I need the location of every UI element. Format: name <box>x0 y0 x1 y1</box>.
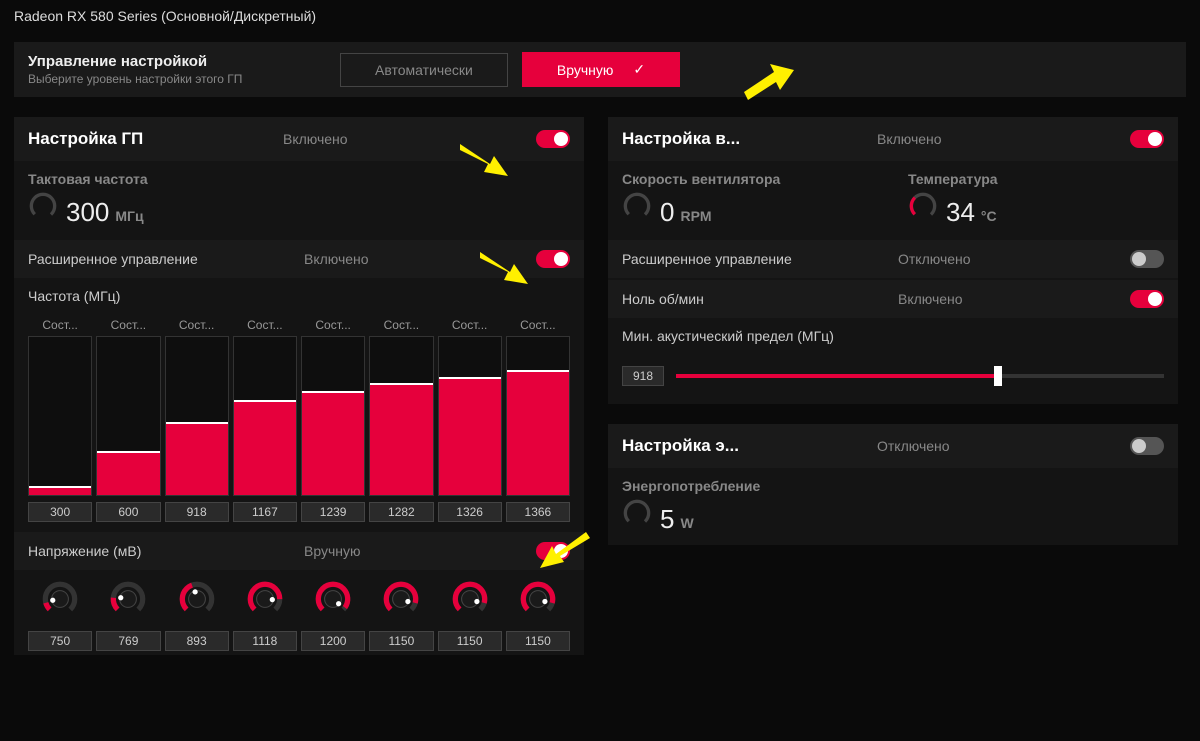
gauge-icon <box>28 191 58 221</box>
fan-panel-title: Настройка в... <box>622 129 877 149</box>
gpu-panel-status: Включено <box>283 131 536 147</box>
freq-state[interactable]: Сост... 918 <box>165 314 229 522</box>
tuning-control-bar: Управление настройкой Выберите уровень н… <box>14 42 1186 97</box>
state-value[interactable]: 300 <box>28 502 92 522</box>
voltage-knob[interactable]: 1150 <box>438 578 502 651</box>
adv-control-toggle[interactable] <box>536 250 570 268</box>
mode-auto-button[interactable]: Автоматически <box>340 53 508 87</box>
voltage-value[interactable]: 769 <box>96 631 160 651</box>
voltage-value[interactable]: 1118 <box>233 631 297 651</box>
adv-control-label: Расширенное управление <box>28 251 304 267</box>
voltage-value[interactable]: 750 <box>28 631 92 651</box>
voltage-value[interactable]: 893 <box>165 631 229 651</box>
voltage-knobs: 750 769 893 1118 <box>14 570 584 655</box>
mode-manual-button[interactable]: Вручную ✓ <box>522 52 680 87</box>
fan-adv-label: Расширенное управление <box>622 251 898 267</box>
gpu-title: Radeon RX 580 Series (Основной/Дискретны… <box>0 0 1200 32</box>
fan-panel-status: Включено <box>877 131 1130 147</box>
tuning-control-label: Управление настройкой Выберите уровень н… <box>28 53 318 86</box>
control-sub: Выберите уровень настройки этого ГП <box>28 72 318 86</box>
fan-tuning-panel: Настройка в... Включено Скорость вентиля… <box>608 117 1178 404</box>
power-cons-unit: W <box>680 515 693 531</box>
voltage-knob[interactable]: 1118 <box>233 578 297 651</box>
state-head: Сост... <box>438 314 502 336</box>
fan-toggle[interactable] <box>1130 130 1164 148</box>
zero-rpm-toggle[interactable] <box>1130 290 1164 308</box>
zero-rpm-label: Ноль об/мин <box>622 291 898 307</box>
voltage-knob[interactable]: 1150 <box>506 578 570 651</box>
state-head: Сост... <box>233 314 297 336</box>
fan-adv-value: Отключено <box>898 251 1130 267</box>
state-head: Сост... <box>28 314 92 336</box>
clock-unit: МГц <box>115 208 143 224</box>
voltage-knob[interactable]: 769 <box>96 578 160 651</box>
freq-state[interactable]: Сост... 1167 <box>233 314 297 522</box>
adv-control-value: Включено <box>304 251 536 267</box>
voltage-value[interactable]: 1150 <box>438 631 502 651</box>
state-head: Сост... <box>369 314 433 336</box>
power-panel-title: Настройка э... <box>622 436 877 456</box>
voltage-mode: Вручную <box>304 543 536 559</box>
voltage-knob[interactable]: 1200 <box>301 578 365 651</box>
acoustic-value: 918 <box>622 366 664 386</box>
power-toggle[interactable] <box>1130 437 1164 455</box>
state-value[interactable]: 1366 <box>506 502 570 522</box>
power-cons-value: 5 <box>660 504 674 535</box>
clock-value: 300 <box>66 197 109 228</box>
temp-label: Температура <box>908 171 1164 187</box>
freq-state[interactable]: Сост... 300 <box>28 314 92 522</box>
freq-state[interactable]: Сост... 600 <box>96 314 160 522</box>
voltage-toggle[interactable] <box>536 542 570 560</box>
gauge-icon <box>908 191 938 221</box>
gpu-panel-title: Настройка ГП <box>28 129 283 149</box>
gauge-icon <box>622 191 652 221</box>
state-value[interactable]: 1326 <box>438 502 502 522</box>
freq-chart-label: Частота (МГц) <box>14 278 584 314</box>
freq-state[interactable]: Сост... 1282 <box>369 314 433 522</box>
fan-adv-toggle[interactable] <box>1130 250 1164 268</box>
freq-state[interactable]: Сост... 1366 <box>506 314 570 522</box>
zero-rpm-value: Включено <box>898 291 1130 307</box>
state-value[interactable]: 1239 <box>301 502 365 522</box>
acoustic-slider[interactable] <box>676 374 1164 378</box>
state-value[interactable]: 1167 <box>233 502 297 522</box>
fan-speed-unit: RPM <box>680 208 711 224</box>
freq-states-chart: Сост... 300 Сост... 600 Сост... 918 Сост… <box>14 314 584 526</box>
clock-label: Тактовая частота <box>28 171 570 187</box>
gpu-tuning-panel: Настройка ГП Включено Тактовая частота 3… <box>14 117 584 655</box>
voltage-knob[interactable]: 893 <box>165 578 229 651</box>
state-value[interactable]: 918 <box>165 502 229 522</box>
voltage-value[interactable]: 1200 <box>301 631 365 651</box>
voltage-knob[interactable]: 750 <box>28 578 92 651</box>
fan-speed-value: 0 <box>660 197 674 228</box>
freq-state[interactable]: Сост... 1239 <box>301 314 365 522</box>
state-head: Сост... <box>506 314 570 336</box>
control-heading: Управление настройкой <box>28 53 318 70</box>
state-value[interactable]: 600 <box>96 502 160 522</box>
voltage-value[interactable]: 1150 <box>369 631 433 651</box>
power-tuning-panel: Настройка э... Отключено Энергопотреблен… <box>608 424 1178 545</box>
temp-unit: °C <box>981 208 997 224</box>
check-icon: ✓ <box>633 61 645 78</box>
state-value[interactable]: 1282 <box>369 502 433 522</box>
gpu-toggle[interactable] <box>536 130 570 148</box>
gauge-icon <box>622 498 652 528</box>
fan-speed-label: Скорость вентилятора <box>622 171 878 187</box>
state-head: Сост... <box>96 314 160 336</box>
state-head: Сост... <box>301 314 365 336</box>
state-head: Сост... <box>165 314 229 336</box>
power-cons-label: Энергопотребление <box>622 478 1164 494</box>
mode-manual-label: Вручную <box>557 62 614 78</box>
voltage-label: Напряжение (мВ) <box>28 543 304 559</box>
voltage-knob[interactable]: 1150 <box>369 578 433 651</box>
power-panel-status: Отключено <box>877 438 1130 454</box>
temp-value: 34 <box>946 197 975 228</box>
freq-state[interactable]: Сост... 1326 <box>438 314 502 522</box>
acoustic-label: Мин. акустический предел (МГц) <box>608 318 1178 354</box>
voltage-value[interactable]: 1150 <box>506 631 570 651</box>
